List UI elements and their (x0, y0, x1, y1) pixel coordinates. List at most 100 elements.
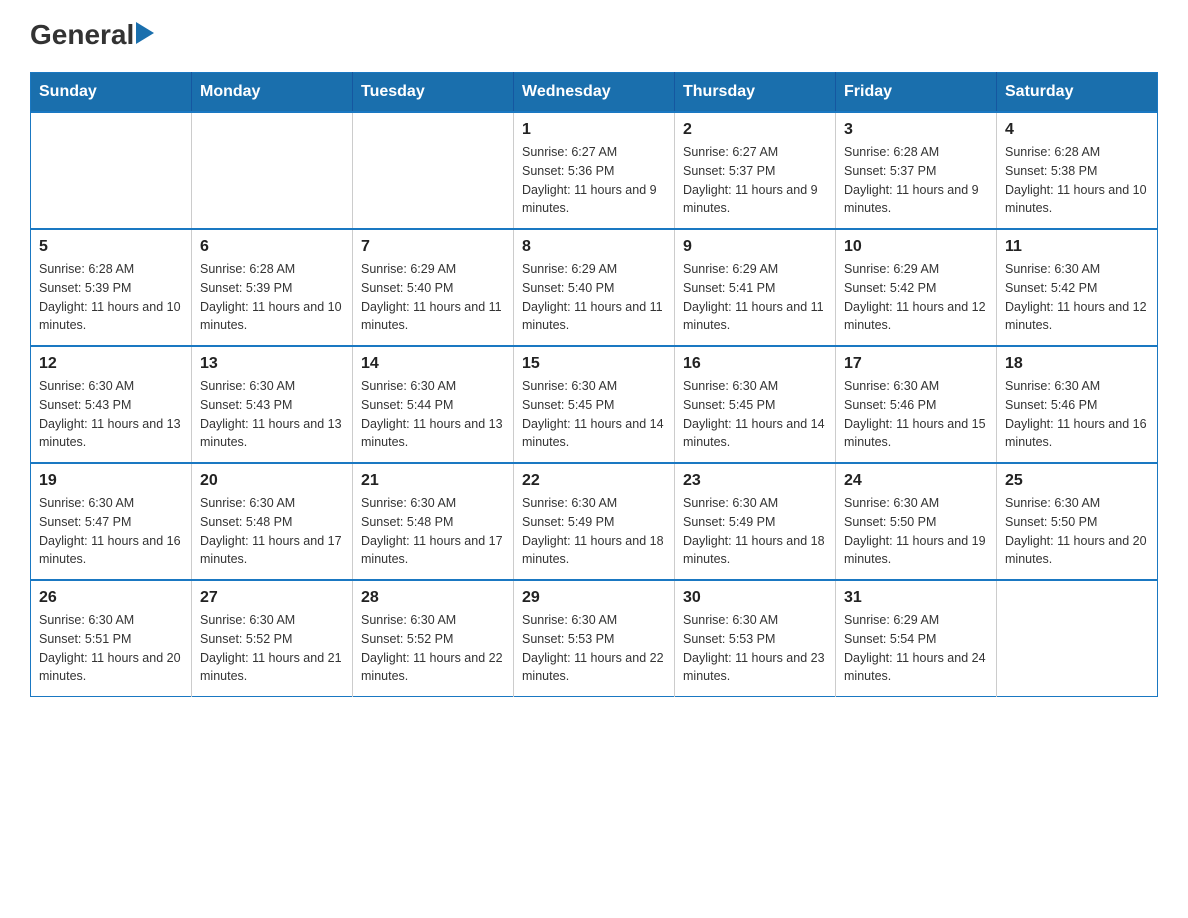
day-number: 30 (683, 589, 827, 607)
weekday-header-friday: Friday (836, 73, 997, 113)
day-cell: 31 Sunrise: 6:29 AM Sunset: 5:54 PM Dayli… (836, 580, 997, 697)
day-cell: 6 Sunrise: 6:28 AM Sunset: 5:39 PM Daylig… (192, 229, 353, 346)
day-number: 14 (361, 355, 505, 373)
day-number: 5 (39, 238, 183, 256)
day-info: Sunrise: 6:28 AM Sunset: 5:37 PM Dayligh… (844, 143, 988, 218)
page-header: General (30, 20, 1158, 52)
weekday-header-saturday: Saturday (997, 73, 1158, 113)
day-cell: 11 Sunrise: 6:30 AM Sunset: 5:42 PM Dayli… (997, 229, 1158, 346)
calendar-table: SundayMondayTuesdayWednesdayThursdayFrid… (30, 72, 1158, 697)
day-cell: 26Sunrise: 6:30 AM Sunset: 5:51 PM Dayli… (31, 580, 192, 697)
day-cell: 29 Sunrise: 6:30 AM Sunset: 5:53 PM Dayli… (514, 580, 675, 697)
day-number: 6 (200, 238, 344, 256)
day-cell: 18Sunrise: 6:30 AM Sunset: 5:46 PM Dayli… (997, 346, 1158, 463)
day-number: 22 (522, 472, 666, 490)
day-info: Sunrise: 6:28 AM Sunset: 5:38 PM Dayligh… (1005, 143, 1149, 218)
logo: General (30, 20, 158, 52)
day-number: 15 (522, 355, 666, 373)
day-info: Sunrise: 6:30 AM Sunset: 5:52 PM Dayligh… (361, 611, 505, 686)
day-cell: 17 Sunrise: 6:30 AM Sunset: 5:46 PM Dayli… (836, 346, 997, 463)
day-cell: 1 Sunrise: 6:27 AM Sunset: 5:36 PM Daylig… (514, 112, 675, 229)
week-row-3: 12 Sunrise: 6:30 AM Sunset: 5:43 PM Dayli… (31, 346, 1158, 463)
day-cell: 14Sunrise: 6:30 AM Sunset: 5:44 PM Dayli… (353, 346, 514, 463)
day-number: 9 (683, 238, 827, 256)
day-cell: 28 Sunrise: 6:30 AM Sunset: 5:52 PM Dayli… (353, 580, 514, 697)
day-number: 17 (844, 355, 988, 373)
day-cell: 30 Sunrise: 6:30 AM Sunset: 5:53 PM Dayli… (675, 580, 836, 697)
day-cell (997, 580, 1158, 697)
day-info: Sunrise: 6:30 AM Sunset: 5:48 PM Dayligh… (200, 494, 344, 569)
day-info: Sunrise: 6:29 AM Sunset: 5:54 PM Dayligh… (844, 611, 988, 686)
day-info: Sunrise: 6:30 AM Sunset: 5:45 PM Dayligh… (683, 377, 827, 452)
weekday-header-sunday: Sunday (31, 73, 192, 113)
day-number: 3 (844, 121, 988, 139)
weekday-header-tuesday: Tuesday (353, 73, 514, 113)
day-number: 29 (522, 589, 666, 607)
day-number: 13 (200, 355, 344, 373)
day-cell: 5 Sunrise: 6:28 AM Sunset: 5:39 PM Daylig… (31, 229, 192, 346)
day-number: 18 (1005, 355, 1149, 373)
weekday-header-wednesday: Wednesday (514, 73, 675, 113)
day-info: Sunrise: 6:30 AM Sunset: 5:43 PM Dayligh… (200, 377, 344, 452)
weekday-header-thursday: Thursday (675, 73, 836, 113)
day-info: Sunrise: 6:30 AM Sunset: 5:53 PM Dayligh… (683, 611, 827, 686)
day-cell: 7Sunrise: 6:29 AM Sunset: 5:40 PM Daylig… (353, 229, 514, 346)
day-cell: 13 Sunrise: 6:30 AM Sunset: 5:43 PM Dayli… (192, 346, 353, 463)
week-row-5: 26Sunrise: 6:30 AM Sunset: 5:51 PM Dayli… (31, 580, 1158, 697)
day-cell: 8Sunrise: 6:29 AM Sunset: 5:40 PM Daylig… (514, 229, 675, 346)
day-number: 31 (844, 589, 988, 607)
day-info: Sunrise: 6:30 AM Sunset: 5:45 PM Dayligh… (522, 377, 666, 452)
day-cell: 19Sunrise: 6:30 AM Sunset: 5:47 PM Dayli… (31, 463, 192, 580)
day-info: Sunrise: 6:30 AM Sunset: 5:42 PM Dayligh… (1005, 260, 1149, 335)
day-info: Sunrise: 6:28 AM Sunset: 5:39 PM Dayligh… (200, 260, 344, 335)
week-row-2: 5 Sunrise: 6:28 AM Sunset: 5:39 PM Daylig… (31, 229, 1158, 346)
day-number: 23 (683, 472, 827, 490)
day-number: 12 (39, 355, 183, 373)
day-number: 2 (683, 121, 827, 139)
day-info: Sunrise: 6:29 AM Sunset: 5:40 PM Dayligh… (522, 260, 666, 335)
day-number: 27 (200, 589, 344, 607)
day-number: 19 (39, 472, 183, 490)
day-number: 1 (522, 121, 666, 139)
day-info: Sunrise: 6:27 AM Sunset: 5:37 PM Dayligh… (683, 143, 827, 218)
logo-general: General (30, 21, 134, 49)
day-number: 4 (1005, 121, 1149, 139)
day-info: Sunrise: 6:30 AM Sunset: 5:43 PM Dayligh… (39, 377, 183, 452)
day-number: 16 (683, 355, 827, 373)
day-info: Sunrise: 6:29 AM Sunset: 5:41 PM Dayligh… (683, 260, 827, 335)
day-cell: 9 Sunrise: 6:29 AM Sunset: 5:41 PM Daylig… (675, 229, 836, 346)
logo-arrow-icon (136, 20, 158, 46)
day-cell: 3 Sunrise: 6:28 AM Sunset: 5:37 PM Daylig… (836, 112, 997, 229)
day-info: Sunrise: 6:30 AM Sunset: 5:53 PM Dayligh… (522, 611, 666, 686)
day-info: Sunrise: 6:30 AM Sunset: 5:51 PM Dayligh… (39, 611, 183, 686)
day-info: Sunrise: 6:30 AM Sunset: 5:50 PM Dayligh… (1005, 494, 1149, 569)
day-cell: 22Sunrise: 6:30 AM Sunset: 5:49 PM Dayli… (514, 463, 675, 580)
day-cell: 27Sunrise: 6:30 AM Sunset: 5:52 PM Dayli… (192, 580, 353, 697)
day-number: 20 (200, 472, 344, 490)
day-cell: 15 Sunrise: 6:30 AM Sunset: 5:45 PM Dayli… (514, 346, 675, 463)
day-number: 28 (361, 589, 505, 607)
day-number: 24 (844, 472, 988, 490)
day-info: Sunrise: 6:30 AM Sunset: 5:50 PM Dayligh… (844, 494, 988, 569)
day-cell (353, 112, 514, 229)
day-cell: 4 Sunrise: 6:28 AM Sunset: 5:38 PM Daylig… (997, 112, 1158, 229)
day-info: Sunrise: 6:30 AM Sunset: 5:49 PM Dayligh… (683, 494, 827, 569)
day-cell: 16 Sunrise: 6:30 AM Sunset: 5:45 PM Dayli… (675, 346, 836, 463)
weekday-header-monday: Monday (192, 73, 353, 113)
day-cell (192, 112, 353, 229)
day-number: 21 (361, 472, 505, 490)
day-cell: 21Sunrise: 6:30 AM Sunset: 5:48 PM Dayli… (353, 463, 514, 580)
day-info: Sunrise: 6:28 AM Sunset: 5:39 PM Dayligh… (39, 260, 183, 335)
day-number: 11 (1005, 238, 1149, 256)
day-info: Sunrise: 6:27 AM Sunset: 5:36 PM Dayligh… (522, 143, 666, 218)
day-cell (31, 112, 192, 229)
day-number: 7 (361, 238, 505, 256)
day-cell: 24 Sunrise: 6:30 AM Sunset: 5:50 PM Dayli… (836, 463, 997, 580)
day-cell: 20 Sunrise: 6:30 AM Sunset: 5:48 PM Dayli… (192, 463, 353, 580)
week-row-1: 1 Sunrise: 6:27 AM Sunset: 5:36 PM Daylig… (31, 112, 1158, 229)
day-number: 10 (844, 238, 988, 256)
day-info: Sunrise: 6:29 AM Sunset: 5:42 PM Dayligh… (844, 260, 988, 335)
day-cell: 10 Sunrise: 6:29 AM Sunset: 5:42 PM Dayli… (836, 229, 997, 346)
week-row-4: 19Sunrise: 6:30 AM Sunset: 5:47 PM Dayli… (31, 463, 1158, 580)
day-info: Sunrise: 6:30 AM Sunset: 5:46 PM Dayligh… (844, 377, 988, 452)
